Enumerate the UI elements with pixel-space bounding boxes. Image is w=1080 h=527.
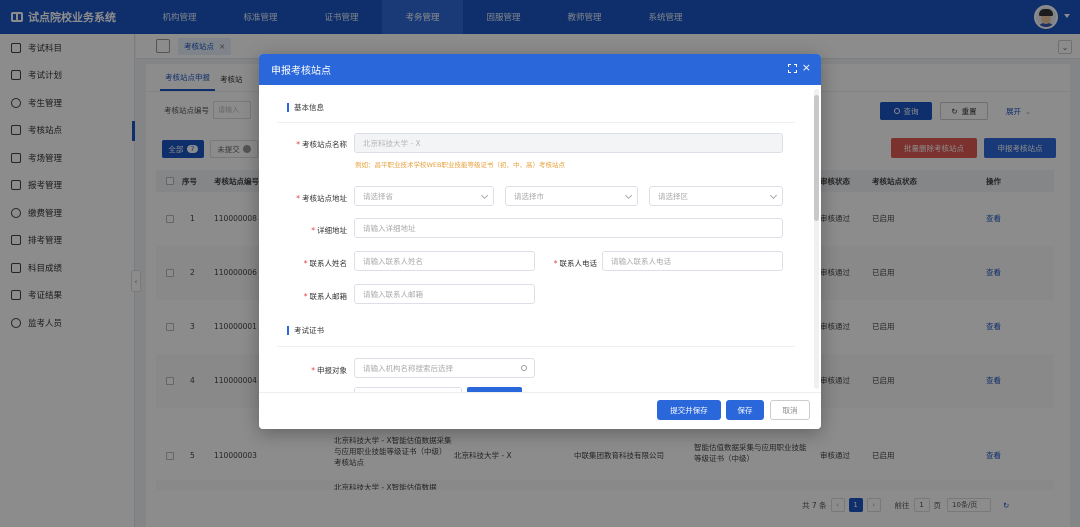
- apply-target-search-input[interactable]: 请输入机构名称搜索后选择: [354, 358, 535, 378]
- apply-site-dialog: 申报考核站点 × 基本信息 * 考核站点名称 北京科技大学 - X 例如：昌平职业…: [259, 54, 821, 429]
- detail-address-input[interactable]: 请输入详细地址: [354, 218, 783, 238]
- site-address-label: * 考核站点地址: [296, 194, 347, 203]
- contact-name-label: * 联系人姓名: [303, 259, 347, 268]
- save-button[interactable]: 保存: [726, 400, 764, 420]
- dialog-scrollbar[interactable]: [814, 89, 819, 389]
- close-icon[interactable]: ×: [802, 62, 811, 73]
- contact-phone-input[interactable]: 请输入联系人电话: [602, 251, 783, 271]
- divider: [277, 122, 795, 123]
- search-icon: [521, 365, 527, 371]
- contact-name-input[interactable]: 请输入联系人姓名: [354, 251, 535, 271]
- submit-and-save-button[interactable]: 提交并保存: [657, 400, 721, 420]
- site-name-label: * 考核站点名称: [296, 140, 347, 149]
- dialog-header: 申报考核站点 ×: [259, 54, 821, 85]
- province-select[interactable]: 请选择省: [354, 186, 494, 206]
- divider: [277, 346, 795, 347]
- fullscreen-icon[interactable]: [787, 63, 797, 73]
- dialog-body: 基本信息 * 考核站点名称 北京科技大学 - X 例如：昌平职业技术学校WEB职业…: [259, 85, 812, 392]
- contact-email-label: * 联系人邮箱: [303, 292, 347, 301]
- detail-address-label: * 详细地址: [311, 226, 347, 235]
- section-exam-cert: 考试证书: [287, 325, 324, 336]
- chevron-down-icon: [769, 191, 778, 200]
- dialog-title: 申报考核站点: [271, 66, 331, 77]
- scrollbar-thumb[interactable]: [814, 95, 819, 221]
- chevron-down-icon: [624, 191, 633, 200]
- contact-email-input[interactable]: 请输入联系人邮箱: [354, 284, 535, 304]
- contact-phone-label: * 联系人电话: [553, 259, 597, 268]
- site-name-hint: 例如：昌平职业技术学校WEB职业技能等级证书（初、中、高）考核站点: [355, 161, 565, 169]
- district-select[interactable]: 请选择区: [649, 186, 783, 206]
- city-select[interactable]: 请选择市: [505, 186, 638, 206]
- apply-target-label: * 申报对象: [311, 366, 347, 375]
- cancel-button[interactable]: 取消: [770, 400, 810, 420]
- site-name-input: 北京科技大学 - X: [354, 133, 783, 153]
- section-basic-info: 基本信息: [287, 102, 324, 113]
- dialog-footer: 提交并保存 保存 取消: [259, 392, 821, 429]
- chevron-down-icon: [480, 191, 489, 200]
